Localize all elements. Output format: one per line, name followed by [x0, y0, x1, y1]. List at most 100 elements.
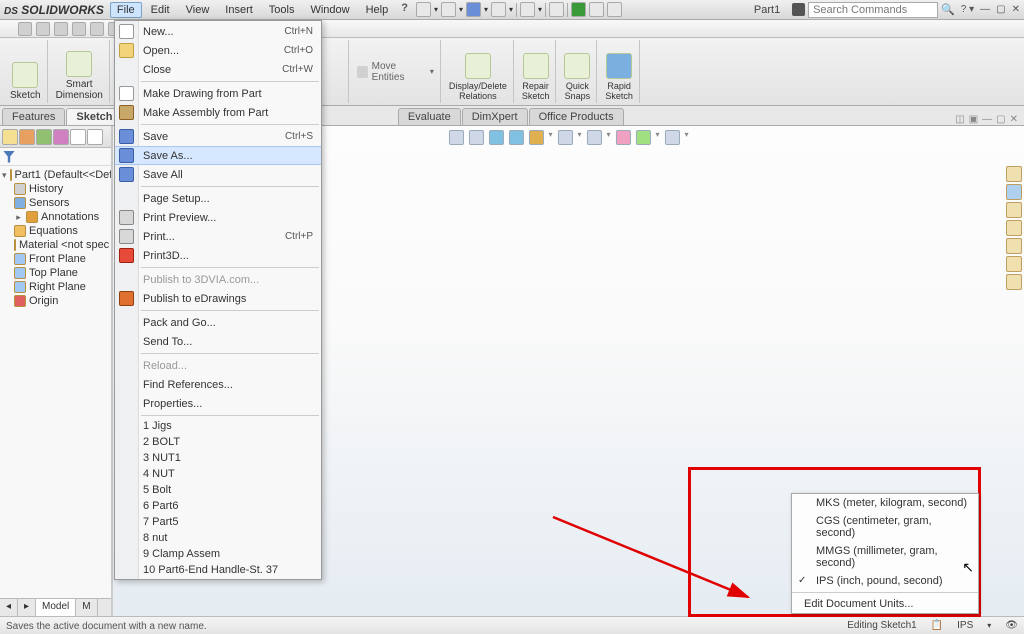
- zoom-area-icon[interactable]: [468, 130, 483, 145]
- file-save[interactable]: SaveCtrl+S: [115, 127, 321, 146]
- tree-item[interactable]: Origin: [0, 294, 111, 308]
- recent-file[interactable]: 9 Clamp Assem: [115, 546, 321, 562]
- vp-icon[interactable]: ✕: [1010, 114, 1018, 125]
- vp-icon[interactable]: ▣: [969, 114, 978, 125]
- tree-item[interactable]: History: [0, 182, 111, 196]
- fm-tab-icon[interactable]: [87, 129, 103, 145]
- menu-tools[interactable]: Tools: [262, 2, 302, 18]
- fm-tab-icon[interactable]: [53, 129, 69, 145]
- close-icon[interactable]: ✕: [1012, 4, 1020, 15]
- taskpane-icon[interactable]: [1006, 166, 1022, 182]
- file-open[interactable]: Open...Ctrl+O: [115, 41, 321, 60]
- file-print3d[interactable]: Print3D...: [115, 246, 321, 265]
- recent-file[interactable]: 2 BOLT: [115, 434, 321, 450]
- ribbon-quick-snaps[interactable]: Quick Snaps: [558, 40, 597, 103]
- recent-file[interactable]: 8 nut: [115, 530, 321, 546]
- tree-filter[interactable]: [0, 148, 111, 166]
- tree-item[interactable]: Sensors: [0, 196, 111, 210]
- fm-tab-icon[interactable]: [2, 129, 18, 145]
- section-icon[interactable]: [508, 130, 523, 145]
- taskpane-icon[interactable]: [1006, 256, 1022, 272]
- select-icon[interactable]: [549, 2, 564, 17]
- tab-dimxpert[interactable]: DimXpert: [462, 108, 528, 125]
- recent-file[interactable]: 4 NUT: [115, 466, 321, 482]
- file-pack-and-go[interactable]: Pack and Go...: [115, 313, 321, 332]
- recent-file[interactable]: 10 Part6-End Handle-St. 37: [115, 562, 321, 578]
- new-doc-icon[interactable]: [416, 2, 431, 17]
- ribbon-sketch[interactable]: Sketch: [4, 40, 48, 103]
- print-icon[interactable]: [491, 2, 506, 17]
- file-make-assembly[interactable]: Make Assembly from Part: [115, 103, 321, 122]
- tree-item[interactable]: Top Plane: [0, 266, 111, 280]
- prev-view-icon[interactable]: [488, 130, 503, 145]
- recent-file[interactable]: 5 Bolt: [115, 482, 321, 498]
- menu-file[interactable]: File: [110, 2, 142, 18]
- tab-model[interactable]: Model: [36, 599, 76, 616]
- file-print[interactable]: Print...Ctrl+P: [115, 227, 321, 246]
- menu-window[interactable]: Window: [303, 2, 356, 18]
- status-icon[interactable]: 👁: [1005, 620, 1018, 631]
- file-send-to[interactable]: Send To...: [115, 332, 321, 351]
- qat-icon[interactable]: [72, 22, 86, 36]
- options-icon[interactable]: [571, 2, 586, 17]
- tab-office-products[interactable]: Office Products: [529, 108, 624, 125]
- file-publish-edrawings[interactable]: Publish to eDrawings: [115, 289, 321, 308]
- file-make-drawing[interactable]: Make Drawing from Part: [115, 84, 321, 103]
- fm-tab-icon[interactable]: [70, 129, 86, 145]
- hide-show-icon[interactable]: [586, 130, 601, 145]
- vp-icon[interactable]: ◫: [955, 114, 964, 125]
- vp-icon[interactable]: —: [982, 114, 992, 125]
- qat-icon[interactable]: [54, 22, 68, 36]
- bt-arrow[interactable]: ◂: [0, 599, 18, 616]
- status-icon[interactable]: 📋: [931, 620, 943, 631]
- menu-insert[interactable]: Insert: [218, 2, 260, 18]
- file-close[interactable]: CloseCtrl+W: [115, 60, 321, 79]
- units-mmgs[interactable]: MMGS (millimeter, gram, second): [792, 542, 978, 572]
- tree-item[interactable]: Front Plane: [0, 252, 111, 266]
- units-ips[interactable]: IPS (inch, pound, second): [792, 572, 978, 590]
- taskpane-icon[interactable]: [1006, 184, 1022, 200]
- units-cgs[interactable]: CGS (centimeter, gram, second): [792, 512, 978, 542]
- menu-help[interactable]: Help: [359, 2, 396, 18]
- fm-tab-icon[interactable]: [36, 129, 52, 145]
- file-new[interactable]: New...Ctrl+N: [115, 22, 321, 41]
- save-icon[interactable]: [466, 2, 481, 17]
- qat-icon[interactable]: [90, 22, 104, 36]
- tree-item[interactable]: Material <not spec: [0, 238, 111, 252]
- search-commands[interactable]: Search Commands 🔍: [792, 2, 955, 18]
- help-icon[interactable]: ?: [401, 2, 408, 18]
- ribbon-move[interactable]: Move Entities▾: [351, 40, 441, 103]
- search-input[interactable]: Search Commands: [808, 2, 938, 18]
- recent-file[interactable]: 1 Jigs: [115, 418, 321, 434]
- qat-icon[interactable]: [36, 22, 50, 36]
- taskpane-icon[interactable]: [1006, 202, 1022, 218]
- file-save-all[interactable]: Save All: [115, 165, 321, 184]
- search-go-icon[interactable]: 🔍: [941, 3, 955, 16]
- recent-file[interactable]: 3 NUT1: [115, 450, 321, 466]
- options2-icon[interactable]: [589, 2, 604, 17]
- file-page-setup[interactable]: Page Setup...: [115, 189, 321, 208]
- feature-tree[interactable]: ▾Part1 (Default<<Default History Sensors…: [0, 166, 111, 598]
- units-mks[interactable]: MKS (meter, kilogram, second): [792, 494, 978, 512]
- bt-arrow[interactable]: ▸: [18, 599, 36, 616]
- tree-item[interactable]: ▸Annotations: [0, 210, 111, 224]
- maximize-icon[interactable]: ▢: [996, 4, 1005, 15]
- appearance-icon[interactable]: [616, 130, 631, 145]
- scene-icon[interactable]: [636, 130, 651, 145]
- units-edit[interactable]: Edit Document Units...: [792, 595, 978, 613]
- file-print-preview[interactable]: Print Preview...: [115, 208, 321, 227]
- file-properties[interactable]: Properties...: [115, 394, 321, 413]
- view-orient-icon[interactable]: [528, 130, 543, 145]
- ribbon-display-relations[interactable]: Display/Delete Relations: [443, 40, 514, 103]
- menu-edit[interactable]: Edit: [144, 2, 177, 18]
- taskpane-icon[interactable]: [1006, 220, 1022, 236]
- open-doc-icon[interactable]: [441, 2, 456, 17]
- recent-file[interactable]: 6 Part6: [115, 498, 321, 514]
- options3-icon[interactable]: [607, 2, 622, 17]
- ribbon-rapid-sketch[interactable]: Rapid Sketch: [599, 40, 640, 103]
- tree-item[interactable]: Equations: [0, 224, 111, 238]
- ribbon-repair-sketch[interactable]: Repair Sketch: [516, 40, 557, 103]
- file-save-as[interactable]: Save As...: [115, 146, 321, 165]
- file-find-references[interactable]: Find References...: [115, 375, 321, 394]
- qat-icon[interactable]: [18, 22, 32, 36]
